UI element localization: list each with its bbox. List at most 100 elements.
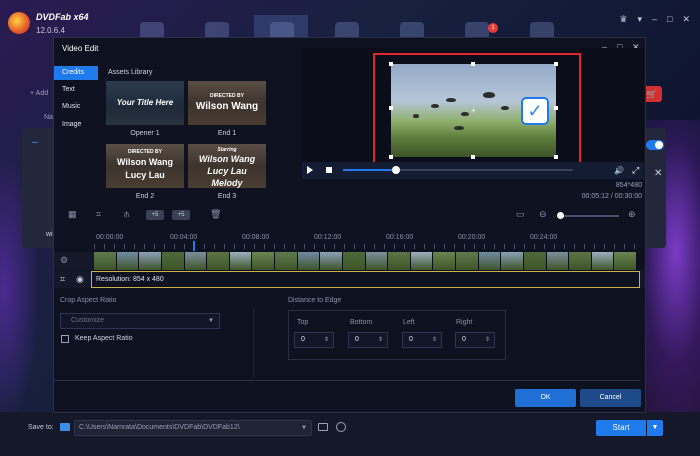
close-icon[interactable]: ✕ (682, 14, 690, 25)
filmstrip-frame (275, 252, 298, 270)
thumbnail-text: Melody (211, 178, 243, 188)
thumbnail-text: Your Title Here (116, 98, 174, 107)
skip-back-button[interactable]: +5 (146, 210, 164, 220)
fit-icon[interactable]: ▭ (516, 209, 525, 220)
folder-icon (60, 423, 70, 431)
filmstrip-frame (569, 252, 592, 270)
delete-icon[interactable]: 🗑 (210, 209, 221, 220)
skip-forward-button[interactable]: +5 (172, 210, 190, 220)
chevron-down-icon[interactable]: ▼ (208, 314, 214, 328)
skin-icon[interactable]: ♛ (619, 14, 627, 25)
track-settings-icon[interactable]: ⚙ (60, 255, 68, 266)
tab-text[interactable]: Text (54, 83, 98, 97)
output-path-field[interactable]: C:\Users\Namrata\Documents\DVDFab\DVDFab… (74, 420, 312, 436)
timeline-tick: 00:24:00 (530, 234, 558, 241)
crop-icon[interactable]: ⌗ (60, 274, 65, 285)
dialog-title: Video Edit (62, 44, 99, 53)
play-icon[interactable] (307, 166, 313, 174)
aspect-ratio-select[interactable]: Customize ▼ (60, 313, 220, 329)
filmstrip-frame (365, 252, 389, 270)
asset-label: End 2 (135, 193, 155, 200)
timeline-playhead[interactable] (193, 241, 195, 251)
filmstrip-frame (139, 252, 162, 270)
filmstrip-frame (591, 252, 615, 270)
stepper-arrows-icon[interactable]: ⇕ (324, 333, 329, 347)
filmstrip-frame (546, 252, 570, 270)
stepper-arrows-icon[interactable]: ⇕ (432, 333, 437, 347)
thumbnail-text: Starring (217, 147, 237, 153)
resolution-display: Resolution: 854 x 480 (91, 271, 640, 288)
bottom-stepper[interactable]: 0 ⇕ (348, 332, 388, 348)
cancel-button[interactable]: Cancel (580, 389, 641, 407)
bottom-label: Bottom (350, 319, 373, 326)
browse-folder-icon[interactable] (318, 423, 328, 431)
keep-aspect-ratio-checkbox[interactable] (61, 335, 69, 343)
crop-icon[interactable]: ⌗ (96, 209, 101, 220)
tab-music[interactable]: Music (54, 100, 98, 114)
tab-image[interactable]: Image (54, 118, 98, 132)
zoom-slider-track[interactable] (559, 215, 619, 217)
right-value: 0 (462, 336, 466, 343)
filmstrip-frame (388, 252, 411, 270)
stepper-arrows-icon[interactable]: ⇕ (485, 333, 490, 347)
add-source-button[interactable]: + Add (30, 90, 48, 97)
asset-thumbnail-end-1[interactable]: DIRECTED BY Wilson Wang (188, 81, 266, 125)
filmstrip-frame (116, 252, 140, 270)
asset-thumbnail-end-2[interactable]: DIRECTED BY Wilson Wang Lucy Lau (106, 144, 184, 188)
timeline-tick: 00:08:00 (242, 234, 270, 241)
right-stepper[interactable]: 0 ⇕ (455, 332, 495, 348)
ok-button[interactable]: OK (515, 389, 576, 407)
asset-thumbnail-opener-1[interactable]: Your Title Here (106, 81, 184, 125)
zoom-in-icon[interactable]: ⊕ (628, 209, 636, 220)
zoom-slider-handle[interactable] (557, 212, 564, 219)
minimize-icon[interactable]: – (652, 14, 657, 25)
start-options-chevron-icon[interactable]: ▼ (647, 420, 663, 436)
stepper-arrows-icon[interactable]: ⇕ (378, 333, 383, 347)
filmstrip-frame (501, 252, 524, 270)
filmstrip-frame (161, 252, 185, 270)
save-to-label: Save to: (28, 424, 54, 431)
menu-icon[interactable]: ▾ (637, 14, 642, 25)
thumbnail-text: DIRECTED BY (210, 93, 244, 99)
filmstrip-frame (478, 252, 502, 270)
option-toggle[interactable] (646, 140, 664, 150)
asset-label: Opener 1 (130, 130, 160, 137)
video-time: 00:05:12 / 00:30:00 (581, 193, 642, 200)
chevron-down-icon[interactable]: ▼ (301, 421, 307, 435)
stop-icon[interactable] (326, 167, 332, 173)
tab-credits[interactable]: Credits (54, 66, 98, 80)
timeline-tick: 00:20:00 (458, 234, 486, 241)
volume-icon[interactable]: 🔊 (614, 166, 624, 175)
start-button[interactable]: Start (596, 420, 646, 436)
distance-to-edge-label: Distance to Edge (288, 297, 342, 304)
globe-icon[interactable] (336, 422, 346, 432)
fullscreen-icon[interactable]: ⤢ (632, 165, 639, 176)
assets-library-title: Assets Library (108, 69, 153, 76)
asset-thumbnail-end-3[interactable]: Starring Wilson Wang Lucy Lau Melody (188, 144, 266, 188)
timeline-ruler[interactable] (94, 244, 636, 249)
left-stepper[interactable]: 0 ⇕ (402, 332, 442, 348)
video-edit-dialog: Video Edit – □ ✕ Credits Text Music Imag… (53, 37, 646, 413)
zoom-out-icon[interactable]: ⊖ (539, 209, 547, 220)
timeline-tick: 00:12:00 (314, 234, 342, 241)
remove-item-icon[interactable]: ✕ (654, 168, 662, 179)
left-value: 0 (409, 336, 413, 343)
left-label: Left (403, 319, 415, 326)
maximize-icon[interactable]: □ (667, 14, 672, 25)
filmstrip-frame (433, 252, 456, 270)
collapse-icon[interactable]: – (32, 137, 38, 148)
filmstrip-frame (252, 252, 275, 270)
progress-fill (343, 169, 396, 171)
eye-icon[interactable]: ◉ (76, 274, 84, 285)
filmstrip-frame (207, 252, 230, 270)
timeline-tick: 00:16:00 (386, 234, 414, 241)
output-path-text: C:\Users\Namrata\Documents\DVDFab\DVDFab… (79, 424, 240, 431)
bottom-value: 0 (355, 336, 359, 343)
top-stepper[interactable]: 0 ⇕ (294, 332, 334, 348)
dvdfab-logo-icon (8, 12, 30, 34)
film-icon[interactable]: ▦ (68, 209, 77, 220)
split-icon[interactable]: ⫛ (124, 209, 129, 220)
progress-handle[interactable] (391, 166, 400, 174)
filmstrip-frame (94, 252, 117, 270)
video-track-filmstrip[interactable] (94, 252, 637, 270)
